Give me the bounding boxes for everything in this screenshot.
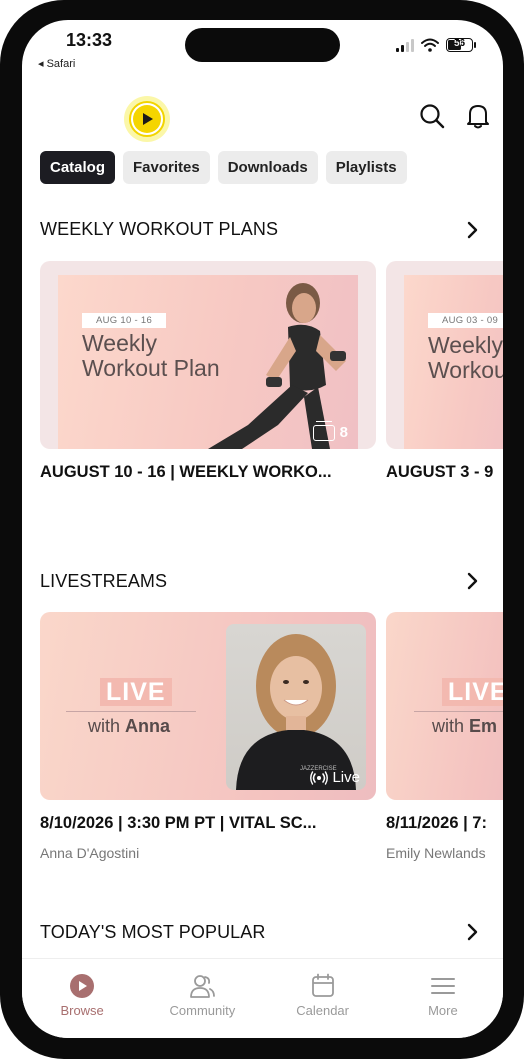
app-screen: 13:33 ◂ Safari 56 Catalog Favorites Down… [22, 20, 503, 1038]
host-first-name: Anna [125, 716, 171, 736]
status-time: 13:33 [66, 30, 113, 50]
live-host-text: with Anna [88, 716, 170, 737]
play-circle-icon [70, 974, 95, 998]
search-icon[interactable] [418, 102, 446, 130]
livestreams-title: LIVESTREAMS [40, 571, 168, 591]
plan-title: Weekly Workout Plan [82, 331, 220, 381]
weekly-plan-card[interactable]: AUG 10 - 16 Weekly Workout Plan 8 [40, 261, 376, 449]
signal-icon [396, 38, 414, 52]
play-icon [143, 113, 153, 125]
popular-title: TODAY'S MOST POPULAR [40, 922, 266, 942]
with-prefix: with [432, 716, 465, 736]
popular-chevron-icon[interactable] [465, 923, 479, 941]
livestream-host: Anna D'Agostini [40, 845, 140, 861]
broadcast-icon [310, 770, 329, 785]
live-label: LIVE [442, 678, 503, 706]
tab-favorites[interactable]: Favorites [123, 151, 210, 184]
app-logo[interactable] [124, 96, 170, 142]
plan-date-pill: AUG 10 - 16 [82, 313, 167, 328]
nav-browse[interactable]: Browse [22, 959, 142, 1038]
tab-catalog[interactable]: Catalog [40, 151, 116, 184]
host-portrait: JAZZERCISE [236, 634, 356, 790]
nav-community[interactable]: Community [142, 959, 262, 1038]
plan-date-pill: AUG 03 - 09 [428, 313, 503, 328]
weekly-plans-title: WEEKLY WORKOUT PLANS [40, 219, 279, 239]
calendar-icon [311, 973, 334, 997]
plan-title-line1: Weekly [428, 332, 503, 358]
plan-thumbnail: AUG 03 - 09 Weekly Workou [404, 275, 503, 449]
plan-title-line1: Weekly [82, 330, 157, 356]
nav-browse-label: Browse [60, 1003, 104, 1018]
plan-thumbnail: AUG 10 - 16 Weekly Workout Plan 8 [58, 275, 358, 449]
plan-title-line2: Workout Plan [82, 355, 220, 381]
livestream-caption[interactable]: 8/10/2026 | 3:30 PM PT | VITAL SC... [40, 814, 316, 833]
phone-frame: 13:33 ◂ Safari 56 Catalog Favorites Down… [0, 0, 524, 1059]
plan-title: Weekly Workou [428, 333, 503, 383]
nav-calendar[interactable]: Calendar [263, 959, 383, 1038]
workout-count-badge: 8 [312, 420, 348, 441]
wifi-icon [421, 38, 439, 52]
live-host-text: with Em [432, 716, 497, 737]
battery-icon: 56 [446, 38, 476, 52]
weekly-plans-chevron-icon[interactable] [465, 221, 479, 239]
catalog-tabs: Catalog Favorites Downloads Playlists [40, 151, 407, 184]
livestream-card[interactable]: LIVE with Em [386, 612, 503, 800]
weekly-plan-caption[interactable]: AUGUST 3 - 9 [386, 463, 493, 482]
nav-community-label: Community [169, 1003, 236, 1018]
live-badge-label: Live [332, 769, 360, 786]
status-icons: 56 [396, 38, 476, 52]
workout-count: 8 [339, 424, 348, 441]
back-to-safari-link[interactable]: ◂ Safari [38, 57, 75, 70]
divider [414, 711, 503, 712]
nav-calendar-label: Calendar [296, 1003, 349, 1018]
bell-icon[interactable] [464, 102, 492, 130]
people-icon [190, 975, 216, 998]
instructor-photo [208, 283, 346, 449]
instructor-photo: JAZZERCISE Live [226, 624, 366, 790]
host-first-name: Em [469, 716, 498, 736]
weekly-plan-card[interactable]: AUG 03 - 09 Weekly Workou [386, 261, 503, 449]
weekly-plan-caption[interactable]: AUGUST 10 - 16 | WEEKLY WORKO... [40, 463, 332, 482]
plan-title-line2: Workou [428, 357, 503, 383]
live-label: LIVE [100, 678, 172, 706]
livestreams-chevron-icon[interactable] [465, 572, 479, 590]
bottom-nav: Browse Community Calendar More [22, 958, 503, 1038]
dynamic-island [185, 28, 340, 62]
menu-icon [430, 978, 455, 994]
divider [66, 711, 196, 712]
battery-level: 56 [453, 38, 466, 49]
nav-more-label: More [428, 1003, 458, 1018]
nav-more[interactable]: More [383, 959, 503, 1038]
livestream-card[interactable]: LIVE with Anna JAZZERCISE Live [40, 612, 376, 800]
stack-icon [312, 420, 335, 441]
tab-downloads[interactable]: Downloads [217, 151, 318, 184]
tab-playlists[interactable]: Playlists [325, 151, 407, 184]
livestream-caption[interactable]: 8/11/2026 | 7: [386, 814, 487, 833]
livestream-host: Emily Newlands [386, 845, 486, 861]
live-badge: Live [310, 769, 360, 786]
with-prefix: with [88, 716, 121, 736]
